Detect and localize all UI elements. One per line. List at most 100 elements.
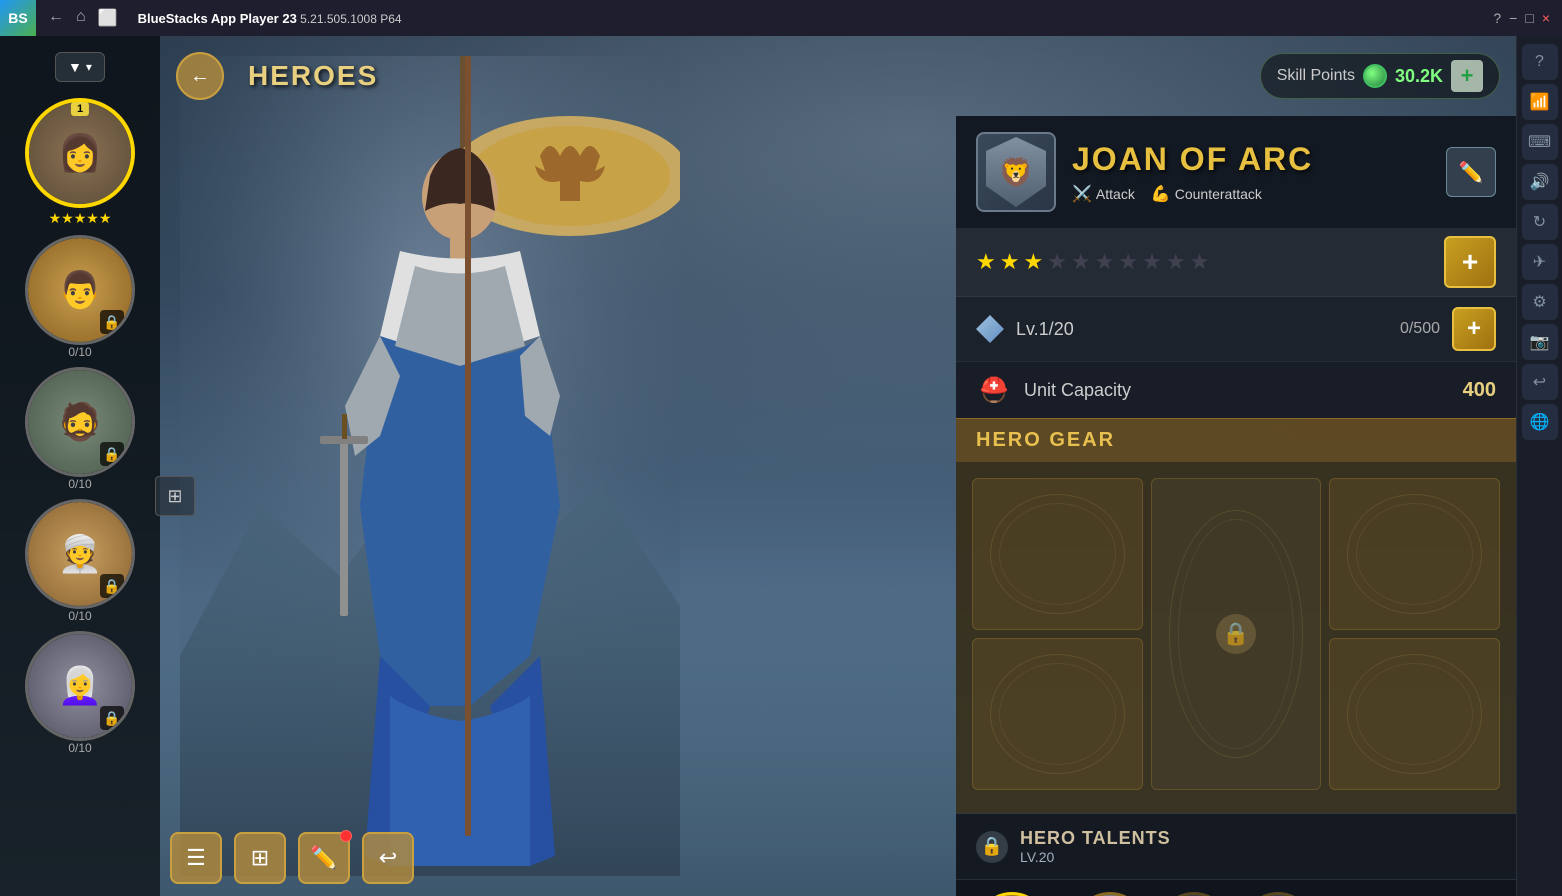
star-6: ★ [1095, 249, 1115, 275]
maximize-icon[interactable]: □ [1525, 10, 1533, 26]
hero-stars-1: ★★★★★ [20, 210, 140, 227]
level-label: Lv.1/20 [1016, 319, 1388, 340]
skill-points-value: 30.2K [1395, 66, 1443, 87]
hero-tag-counterattack: 💪 Counterattack [1151, 184, 1262, 204]
hero-avatar-4[interactable]: 👳 🔒 [25, 499, 135, 609]
game-area: ▼ ▾ 👩 1 ★★★★★ 👨 🔒 0/10 ⊞ 🧔 🔒 [0, 36, 1516, 896]
minimize-icon[interactable]: − [1509, 10, 1517, 26]
hero-tags: ⚔️ Attack 💪 Counterattack [1072, 184, 1430, 204]
edit-button[interactable]: ✏️ [298, 832, 350, 884]
help-icon[interactable]: ? [1493, 10, 1501, 26]
skill-gem-icon [1363, 64, 1387, 88]
globe-icon: 🌐 [1530, 412, 1550, 432]
bluestacks-logo: BS [0, 0, 36, 36]
hero-card-4[interactable]: 👳 🔒 0/10 [20, 499, 140, 623]
filter-button[interactable]: ▼ ▾ [55, 52, 105, 82]
level-row: Lv.1/20 0/500 + [956, 296, 1516, 361]
hero-name-area: JOAN OF ARC ⚔️ Attack 💪 Counterattack [1072, 141, 1430, 204]
hero-talents-section[interactable]: 🔒 HERO TALENTS LV.20 [956, 813, 1516, 879]
lion-icon: 🦁 [999, 156, 1034, 189]
hero-emblem: 🦁 [976, 132, 1056, 212]
hero-card-5[interactable]: 👩‍🦳 🔒 0/10 [20, 631, 140, 755]
star-3: ★ [1023, 249, 1043, 275]
unit-capacity-value: 400 [1463, 379, 1496, 402]
skill-points-add-button[interactable]: + [1451, 60, 1483, 92]
talent-text: HERO TALENTS LV.20 [1020, 828, 1171, 865]
lock-icon-2: 🔒 [100, 310, 124, 334]
frame-icon: ⊞ [251, 845, 269, 871]
hero-card-1[interactable]: 👩 1 ★★★★★ [20, 98, 140, 227]
hero-progress-5: 0/10 [20, 741, 140, 755]
bs-btn-volume[interactable]: 🔊 [1522, 164, 1558, 200]
title-bar: BS ← ⌂ ⬜ BlueStacks App Player 23 5.21.5… [0, 0, 1562, 36]
star-9: ★ [1166, 249, 1186, 275]
hero-avatar-inner-1: 👩 [29, 102, 131, 204]
talent-title: HERO TALENTS [1020, 828, 1171, 849]
skill-icon-1[interactable]: 🔥 1 [976, 892, 1048, 896]
frame-button[interactable]: ⊞ [234, 832, 286, 884]
close-icon[interactable]: × [1542, 10, 1550, 26]
nav-home[interactable]: ⌂ [76, 8, 86, 28]
bs-btn-keyboard[interactable]: ⌨ [1522, 124, 1558, 160]
gear-slot-2[interactable] [1329, 478, 1500, 630]
gear-slot-4[interactable] [972, 638, 1143, 790]
bottom-skills-bar: 🔥 1 ⚔️ 1 🛡️ 🔒 ⚔️ 🔒 [956, 879, 1516, 896]
bs-btn-signal[interactable]: 📶 [1522, 84, 1558, 120]
list-icon: ☰ [186, 845, 206, 871]
hero-card-3[interactable]: 🧔 🔒 0/10 [20, 367, 140, 491]
filter-chevron: ▾ [86, 60, 92, 74]
hero-card-2[interactable]: 👨 🔒 0/10 [20, 235, 140, 359]
nav-back[interactable]: ← [48, 8, 64, 28]
skill-icon-3[interactable]: 🛡️ 🔒 [1158, 892, 1230, 896]
left-sidebar: ▼ ▾ 👩 1 ★★★★★ 👨 🔒 0/10 ⊞ 🧔 🔒 [0, 36, 160, 896]
hero-arrow-button[interactable]: ✏️ [1446, 147, 1496, 197]
right-panel: 🦁 JOAN OF ARC ⚔️ Attack 💪 Counterattack [956, 116, 1516, 896]
gear-rings-5 [1347, 654, 1482, 774]
gear-slot-3[interactable]: 🔒 [1151, 478, 1322, 790]
gear-slot-1[interactable] [972, 478, 1143, 630]
game-header: ← HEROES Skill Points 30.2K + [160, 36, 1516, 116]
volume-icon: 🔊 [1530, 172, 1550, 192]
star-upgrade-button[interactable]: + [1444, 236, 1496, 288]
gear-rings-4 [990, 654, 1125, 774]
bs-btn-rotate[interactable]: ↻ [1522, 204, 1558, 240]
lock-icon-3: 🔒 [100, 442, 124, 466]
title-controls: ? − □ × [1493, 10, 1550, 26]
bs-btn-back[interactable]: ↩ [1522, 364, 1558, 400]
nav-new-tab[interactable]: ⬜ [98, 8, 118, 28]
attack-label: Attack [1096, 186, 1135, 202]
bs-btn-settings[interactable]: ⚙ [1522, 284, 1558, 320]
hero-avatar-3[interactable]: 🧔 🔒 [25, 367, 135, 477]
skill-icon-4[interactable]: ⚔️ 🔒 [1242, 892, 1314, 896]
signal-icon: 📶 [1530, 92, 1550, 112]
hero-progress-3: 0/10 [20, 477, 140, 491]
list-view-button[interactable]: ☰ [170, 832, 222, 884]
bluestacks-sidebar: ? 📶 ⌨ 🔊 ↻ ✈ ⚙ 📷 ↩ 🌐 [1516, 36, 1562, 896]
lock-icon-5: 🔒 [100, 706, 124, 730]
stars-row: ★ ★ ★ ★ ★ ★ ★ ★ ★ ★ + [956, 228, 1516, 296]
bs-btn-screenshot[interactable]: 📷 [1522, 324, 1558, 360]
back-action-button[interactable]: ↩ [362, 832, 414, 884]
gear-slot-5[interactable] [1329, 638, 1500, 790]
counterattack-label: Counterattack [1175, 186, 1262, 202]
bs-btn-help[interactable]: ? [1522, 44, 1558, 80]
screenshot-icon: 📷 [1530, 332, 1550, 352]
bs-btn-airplane[interactable]: ✈ [1522, 244, 1558, 280]
hero-info-header: 🦁 JOAN OF ARC ⚔️ Attack 💪 Counterattack [956, 116, 1516, 228]
hero-figure [180, 56, 680, 876]
level-up-button[interactable]: + [1452, 307, 1496, 351]
settings-icon: ⚙ [1532, 292, 1546, 312]
airplane-icon: ✈ [1533, 252, 1546, 272]
back-button[interactable]: ← [176, 52, 224, 100]
hero-progress-2: 0/10 [20, 345, 140, 359]
skill-icon-2[interactable]: ⚔️ 1 [1074, 892, 1146, 896]
title-nav[interactable]: ← ⌂ ⬜ [48, 8, 118, 28]
app-name: BlueStacks App Player 23 [138, 11, 297, 26]
filter-icon: ▼ [68, 59, 82, 75]
gear-rings-2 [1347, 494, 1482, 614]
notification-dot [340, 830, 352, 842]
upgrade-plus-icon: + [1462, 246, 1478, 278]
hero-avatar-2[interactable]: 👨 🔒 [25, 235, 135, 345]
hero-avatar-5[interactable]: 👩‍🦳 🔒 [25, 631, 135, 741]
bs-btn-globe[interactable]: 🌐 [1522, 404, 1558, 440]
